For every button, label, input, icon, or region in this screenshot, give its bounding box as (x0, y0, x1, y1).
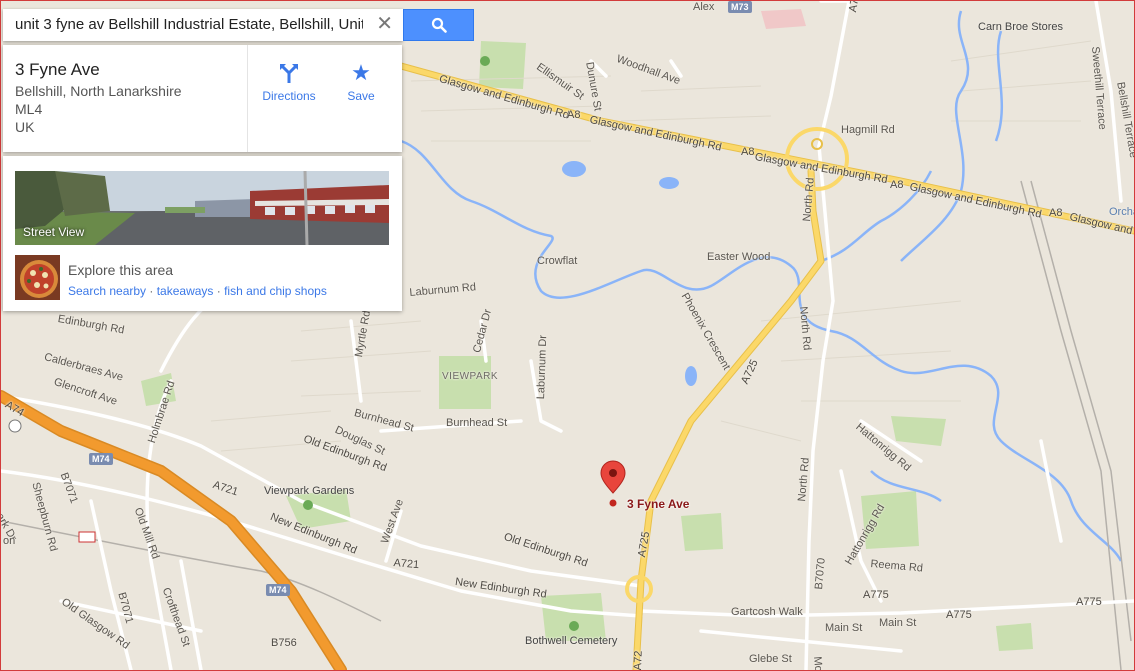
label-a8-1: A8 (567, 109, 581, 121)
street-view-label: Street View (23, 225, 85, 239)
label-b756: B756 (271, 637, 297, 649)
search-box[interactable]: ✕ (3, 9, 403, 41)
label-burnhead-2: Burnhead St (446, 417, 508, 429)
takeaways-link[interactable]: takeaways (157, 284, 214, 298)
label-a8-2: A8 (741, 146, 755, 158)
search-nearby-link[interactable]: Search nearby (68, 284, 146, 298)
fish-and-chip-shops-link[interactable]: fish and chip shops (224, 284, 327, 298)
label-gartcosh: Gartcosh Walk (731, 606, 803, 618)
link-separator: · (146, 284, 157, 298)
shield-m74-2: M74 (266, 584, 290, 596)
directions-icon (280, 64, 298, 83)
label-viewpark: VIEWPARK (442, 371, 499, 382)
label-a8-3: A8 (890, 179, 904, 191)
label-a725-bot: A72 (632, 650, 645, 671)
explore-links: Search nearby · takeaways · fish and chi… (68, 284, 327, 298)
explore-title: Explore this area (68, 262, 174, 278)
label-glebe: Glebe St (749, 653, 792, 665)
label-a775-3: A775 (1076, 596, 1102, 608)
label-viewpark-gardens: Viewpark Gardens (264, 485, 355, 497)
close-icon[interactable]: ✕ (376, 14, 393, 34)
label-hagmill: Hagmill Rd (841, 124, 895, 136)
label-main-st-1: Main St (825, 622, 863, 634)
label-easter-wood: Easter Wood (707, 251, 771, 263)
search-input[interactable] (15, 16, 363, 33)
place-title: 3 Fyne Ave (15, 60, 100, 79)
save-label: Save (347, 89, 375, 103)
label-on: on (3, 535, 16, 547)
link-separator: · (213, 284, 225, 298)
shield-m74-1: M74 (89, 453, 113, 465)
place-card: 3 Fyne Ave Bellshill, North Lanarkshire … (3, 45, 402, 152)
label-alex: Alex (693, 1, 715, 13)
label-laburnum-dr: Laburnum Dr (535, 334, 550, 400)
label-carn-broe: Carn Broe Stores (978, 21, 1063, 33)
directions-label: Directions (262, 89, 316, 103)
label-a721-2: A721 (392, 557, 420, 572)
star-icon: ★ (351, 60, 371, 85)
street-view-thumbnail[interactable]: Street View (15, 171, 389, 245)
search-button[interactable] (403, 9, 474, 41)
address-line: Bellshill, North Lanarkshire (15, 83, 182, 99)
label-crowflat: Crowflat (537, 255, 578, 267)
label-a775-2: A775 (946, 609, 972, 621)
explore-card: Street View Explore this area Search nea… (3, 156, 402, 311)
explore-thumbnail[interactable] (15, 255, 60, 300)
label-bothwell: Bothwell Cemetery (525, 635, 618, 647)
shield-m73: M73 (728, 1, 752, 13)
marker-label: 3 Fyne Ave (627, 497, 690, 511)
address-line: ML4 (15, 101, 43, 117)
save-button[interactable]: ★ Save (326, 60, 396, 103)
directions-button[interactable]: Directions (254, 61, 324, 103)
card-divider (247, 45, 248, 152)
label-a775-1: A775 (863, 589, 889, 601)
address-line: UK (15, 119, 35, 135)
search-icon (431, 17, 447, 33)
label-mo: Mo (811, 656, 825, 671)
label-orcha: Orcha (1109, 206, 1134, 218)
label-a8-4: A8 (1049, 207, 1063, 219)
label-main-st-2: Main St (879, 617, 917, 629)
